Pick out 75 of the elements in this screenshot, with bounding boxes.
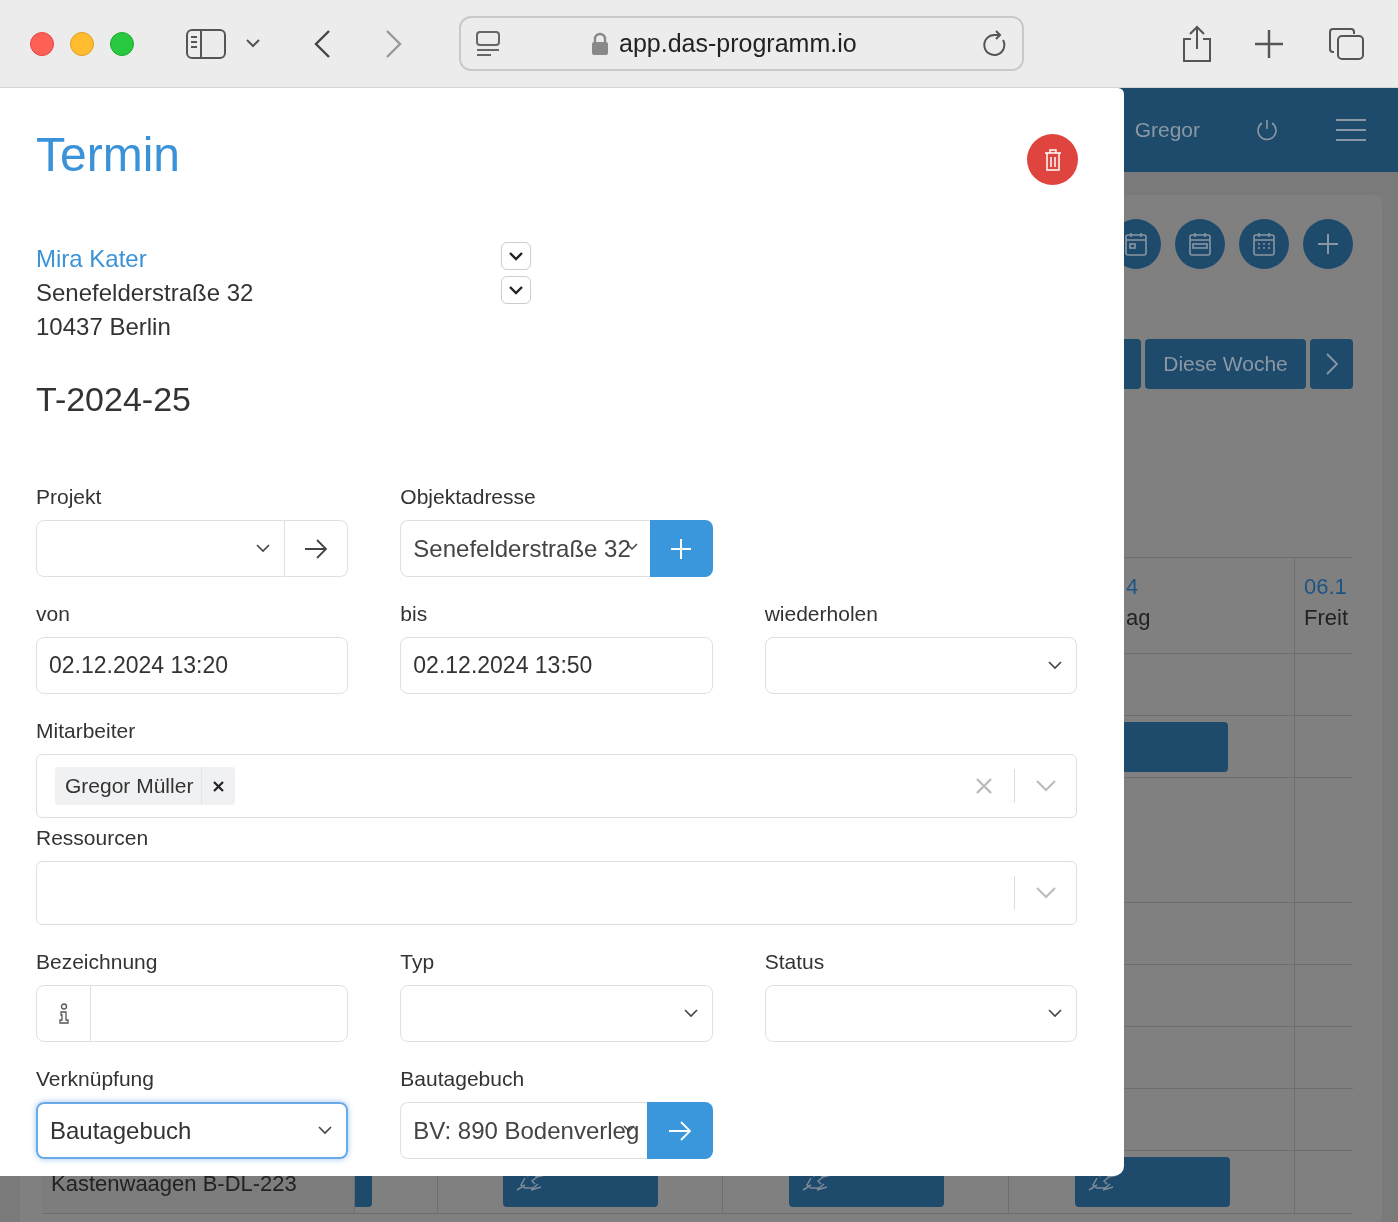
page-icon (475, 29, 501, 58)
field-label: Verknüpfung (36, 1067, 155, 1091)
power-icon[interactable] (1256, 119, 1278, 141)
field-label: Ressourcen (36, 826, 150, 850)
multi-select-field[interactable] (36, 861, 1077, 925)
close-icon (213, 780, 225, 792)
delete-button[interactable] (1027, 134, 1078, 185)
field-label: Typ (400, 950, 436, 974)
field-label: wiederholen (764, 602, 879, 626)
field-label: Mitarbeiter (36, 719, 137, 743)
plus-icon[interactable] (1254, 28, 1284, 59)
menu-icon[interactable] (1336, 118, 1366, 142)
chevron-down-icon (1048, 1009, 1062, 1018)
weekday-label: ag (1126, 604, 1152, 632)
select-field[interactable] (400, 985, 713, 1042)
dialog-title: Termin (36, 127, 181, 183)
plus-icon (671, 538, 692, 559)
field-label: Bezeichnung (36, 950, 159, 974)
select-field[interactable]: Bautagebuch (36, 1102, 349, 1159)
chevron-down-icon (623, 1125, 635, 1133)
arrow-right-icon (304, 538, 329, 559)
chevron-down-icon[interactable] (246, 39, 260, 48)
field-label: bis (400, 602, 429, 626)
chevron-down-icon (1035, 780, 1056, 792)
address-bar[interactable]: app.das-programm.io (459, 16, 1024, 71)
day-date: 06.1 (1304, 573, 1348, 601)
reload-icon[interactable] (982, 29, 1008, 58)
calendar-week-icon (1189, 232, 1211, 256)
address-select[interactable]: Senefelderstraße 32 (400, 520, 650, 577)
sidebar-icon[interactable] (186, 28, 226, 59)
multi-select-field[interactable]: Gregor Müller (36, 754, 1077, 818)
field-label: Projekt (36, 485, 103, 509)
chevron-down-icon (318, 1126, 333, 1135)
expand-button[interactable] (501, 276, 531, 304)
field-label: Status (764, 950, 826, 974)
field-label: Objektadresse (400, 485, 537, 509)
resource-name: Kastenwaagen B-DL-223 (50, 1170, 298, 1198)
chevron-down-icon (256, 544, 271, 553)
calendar-day-icon (1125, 232, 1147, 256)
street-text: Senefelderstraße 32 (36, 278, 255, 308)
field-label: von (36, 602, 71, 626)
appointment-number: T-2024-25 (36, 379, 192, 419)
url-text: app.das-programm.io (619, 27, 857, 59)
add-address-button[interactable] (650, 520, 713, 577)
field-label: Bautagebuch (400, 1067, 526, 1091)
day-date: 4 (1126, 573, 1140, 601)
chevron-down-icon (683, 1009, 698, 1018)
next-week-button[interactable] (1310, 339, 1353, 389)
city-text: 10437 Berlin (36, 312, 172, 342)
select-field[interactable] (764, 985, 1077, 1042)
open-project-button[interactable] (285, 520, 349, 577)
arrow-right-icon (667, 1120, 692, 1141)
calendar-month-icon (1253, 232, 1275, 256)
share-icon[interactable] (1181, 24, 1213, 63)
chevron-down-icon (1035, 887, 1056, 899)
tabs-icon[interactable] (1329, 26, 1365, 61)
select-field[interactable] (764, 637, 1077, 694)
selected-tag: Gregor Müller (55, 767, 236, 805)
date-time-field[interactable]: 02.12.2024 13:50 (400, 637, 713, 694)
chevron-down-icon (1048, 661, 1062, 670)
chevron-down-icon (509, 251, 523, 261)
back-icon[interactable] (313, 28, 331, 59)
expand-button[interactable] (501, 242, 531, 270)
open-diary-button[interactable] (647, 1102, 713, 1159)
date-time-field[interactable]: 02.12.2024 13:20 (36, 637, 349, 694)
select-value: Bautagebuch (50, 1116, 192, 1144)
trash-icon (1043, 148, 1062, 171)
select-field[interactable] (36, 520, 286, 577)
diary-select[interactable]: BV: 890 Bodenverleg (400, 1102, 647, 1159)
plus-icon (1318, 234, 1338, 254)
chevron-down-icon (509, 285, 523, 295)
clear-icon[interactable] (976, 778, 992, 794)
chevron-right-icon (1325, 353, 1338, 375)
lock-icon (591, 31, 609, 56)
weekday-label: Freit (1304, 604, 1349, 632)
